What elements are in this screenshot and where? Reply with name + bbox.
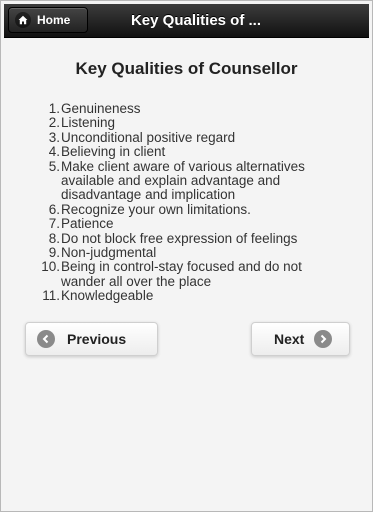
list-item-number: 11. bbox=[42, 288, 60, 304]
arrow-left-icon bbox=[37, 330, 55, 348]
home-button[interactable]: Home bbox=[8, 7, 88, 33]
list-item: 10. Being in control-stay focused and do… bbox=[32, 260, 362, 289]
list-item-number: 4. bbox=[48, 144, 60, 160]
next-button-label: Next bbox=[274, 331, 305, 347]
list-item: 4. Believing in client bbox=[32, 144, 362, 160]
home-button-label: Home bbox=[37, 13, 71, 27]
list-item: 6. Recognize your own limitations. bbox=[32, 201, 362, 217]
list-item-text: Listening bbox=[61, 115, 116, 131]
list-item-text: Non-judgmental bbox=[61, 245, 157, 261]
list-item-number: 3. bbox=[48, 129, 60, 145]
list-item-number: 2. bbox=[48, 115, 60, 131]
list-item-number: 5. bbox=[48, 158, 60, 174]
previous-button[interactable]: Previous bbox=[25, 322, 158, 356]
list-item-text: Genuineness bbox=[61, 101, 141, 116]
list-item: 9. Non-judgmental bbox=[32, 245, 362, 261]
home-icon bbox=[15, 12, 31, 28]
list-item: 11. Knowledgeable bbox=[32, 288, 362, 304]
list-item-number: 7. bbox=[48, 216, 60, 232]
page-title: Key Qualities of Counsellor bbox=[75, 59, 298, 78]
list-item-text: Make client aware of various alternative… bbox=[61, 158, 305, 203]
list-item: 5. Make client aware of various alternat… bbox=[32, 158, 362, 203]
list-item: 8. Do not block free expression of feeli… bbox=[32, 230, 362, 246]
list-item-text: Believing in client bbox=[61, 144, 166, 160]
header-bar: Home Key Qualities of ... bbox=[4, 4, 369, 38]
previous-button-label: Previous bbox=[67, 331, 127, 347]
list-item-number: 6. bbox=[48, 201, 60, 217]
list-item-number: 1. bbox=[48, 101, 60, 116]
arrow-right-icon bbox=[314, 330, 333, 348]
list-item-text: Recognize your own limitations. bbox=[61, 201, 251, 217]
list-item: 7. Patience bbox=[32, 216, 362, 232]
app-frame: Home Key Qualities of ... Key Qualities … bbox=[0, 0, 373, 512]
list-item: 1. Genuineness bbox=[32, 101, 362, 116]
next-button[interactable]: Next bbox=[251, 322, 350, 356]
list-item-text: Being in control-stay focused and do not… bbox=[61, 259, 302, 289]
list-item-text: Patience bbox=[61, 216, 114, 232]
header-title: Key Qualities of ... bbox=[130, 12, 262, 29]
list-item: 2. Listening bbox=[32, 115, 362, 131]
list-item-number: 9. bbox=[48, 245, 60, 261]
list-item-text: Knowledgeable bbox=[61, 288, 154, 304]
list-item-number: 8. bbox=[48, 230, 60, 246]
list-item-text: Unconditional positive regard bbox=[61, 129, 236, 145]
list-item-number: 10. bbox=[41, 259, 60, 275]
qualities-list: 1. Genuineness 2. Listening 3. Unconditi… bbox=[32, 101, 362, 304]
list-item-text: Do not block free expression of feelings bbox=[61, 230, 298, 246]
list-item: 3. Unconditional positive regard bbox=[32, 129, 362, 145]
